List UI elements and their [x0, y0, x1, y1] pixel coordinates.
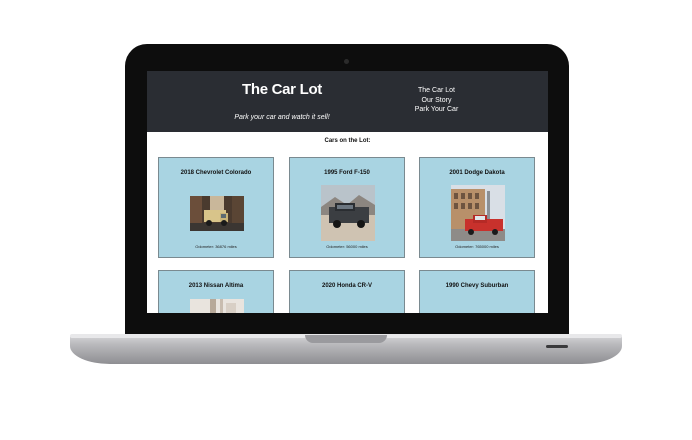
- pickup-desert-photo: [321, 185, 375, 241]
- car-title: 2018 Chevrolet Colorado: [180, 170, 252, 176]
- car-card[interactable]: 1990 Chevy Suburban: [419, 270, 535, 313]
- laptop-port: [546, 345, 568, 348]
- site-title: The Car Lot: [241, 81, 323, 98]
- car-odometer: Odometer: 765000 miles: [455, 244, 499, 249]
- nav-link-park-your-car[interactable]: Park Your Car: [409, 105, 464, 115]
- truck-street-photo: [190, 196, 244, 231]
- nav-link-our-story[interactable]: Our Story: [409, 96, 464, 106]
- car-card[interactable]: 2013 Nissan Altima: [158, 270, 274, 313]
- laptop-lid-notch: [305, 335, 387, 343]
- main-nav: The Car Lot Our Story Park Your Car: [409, 86, 464, 115]
- car-card[interactable]: 2020 Honda CR-V: [289, 270, 405, 313]
- car-odometer: Odometer: 56000 miles: [326, 244, 368, 249]
- car-title: 2013 Nissan Altima: [188, 283, 244, 289]
- browser-screen: The Car Lot Park your car and watch it s…: [147, 71, 548, 313]
- car-card[interactable]: 2001 Dodge Dakota Odometer: 765000 miles: [419, 157, 535, 258]
- red-truck-building-photo: [451, 185, 505, 241]
- site-tagline: Park your car and watch it sell!: [234, 114, 330, 121]
- site-header: The Car Lot Park your car and watch it s…: [147, 71, 548, 132]
- nav-link-the-car-lot[interactable]: The Car Lot: [409, 86, 464, 96]
- car-title: 2020 Honda CR-V: [321, 283, 372, 289]
- car-card[interactable]: 2018 Chevrolet Colorado Odometer: 36876 …: [158, 157, 274, 258]
- car-title: 1995 Ford F-150: [324, 170, 370, 176]
- car-building-photo: [190, 299, 244, 313]
- car-title: 1990 Chevy Suburban: [445, 283, 509, 289]
- car-odometer: Odometer: 36876 miles: [195, 244, 237, 249]
- webcam-icon: [344, 59, 349, 64]
- section-heading: Cars on the Lot:: [324, 138, 371, 144]
- car-card[interactable]: 1995 Ford F-150 Odometer: 56000 miles: [289, 157, 405, 258]
- car-title: 2001 Dodge Dakota: [449, 170, 505, 176]
